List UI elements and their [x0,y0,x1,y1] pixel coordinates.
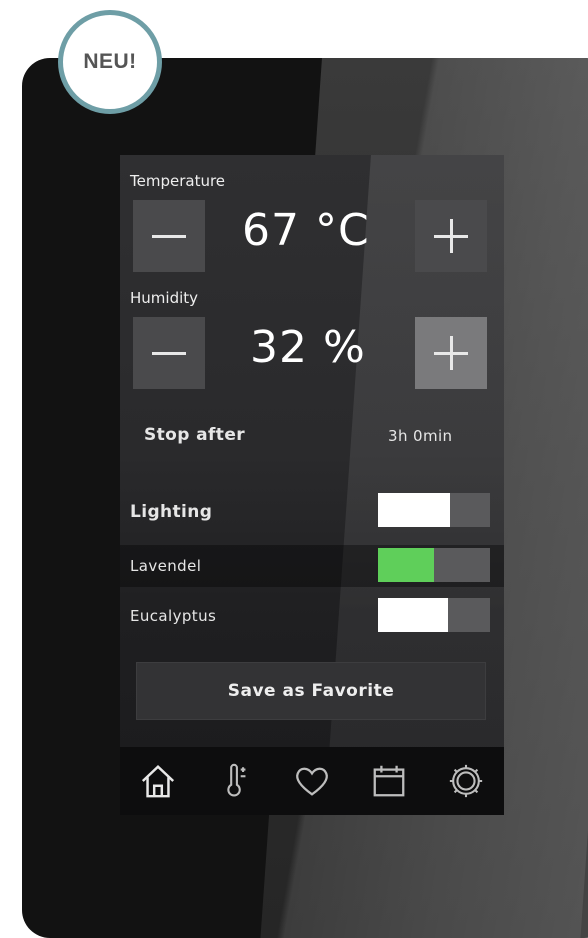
minus-icon [152,351,186,355]
touch-screen: Temperature 67 °C Humidity 32 % Stop aft… [120,155,504,815]
bottom-nav [120,747,504,815]
temperature-decrease-button[interactable] [133,200,205,272]
toggle-knob [378,493,450,527]
stop-after-label: Stop after [144,425,246,445]
stop-after-value[interactable]: 3h 0min [388,427,452,445]
gear-icon[interactable] [446,761,486,801]
plus-icon [434,336,468,370]
lavendel-label: Lavendel [130,557,202,575]
new-badge: NEU! [58,10,162,114]
humidity-increase-button[interactable] [415,317,487,389]
thermometer-icon[interactable] [215,761,255,801]
lavendel-toggle[interactable] [378,548,490,582]
heart-icon[interactable] [292,761,332,801]
eucalyptus-label: Eucalyptus [130,607,217,625]
home-icon[interactable] [138,761,178,801]
humidity-value: 32 % [250,322,366,373]
lighting-label: Lighting [130,502,213,522]
humidity-decrease-button[interactable] [133,317,205,389]
toggle-knob [378,548,434,582]
eucalyptus-toggle[interactable] [378,598,490,632]
toggle-knob [378,598,448,632]
temperature-increase-button[interactable] [415,200,487,272]
temperature-label: Temperature [130,172,226,190]
lighting-toggle[interactable] [378,493,490,527]
plus-icon [434,219,468,253]
calendar-icon[interactable] [369,761,409,801]
minus-icon [152,234,186,238]
save-favorite-button[interactable]: Save as Favorite [136,662,486,720]
humidity-label: Humidity [130,289,199,307]
temperature-value: 67 °C [242,205,370,256]
